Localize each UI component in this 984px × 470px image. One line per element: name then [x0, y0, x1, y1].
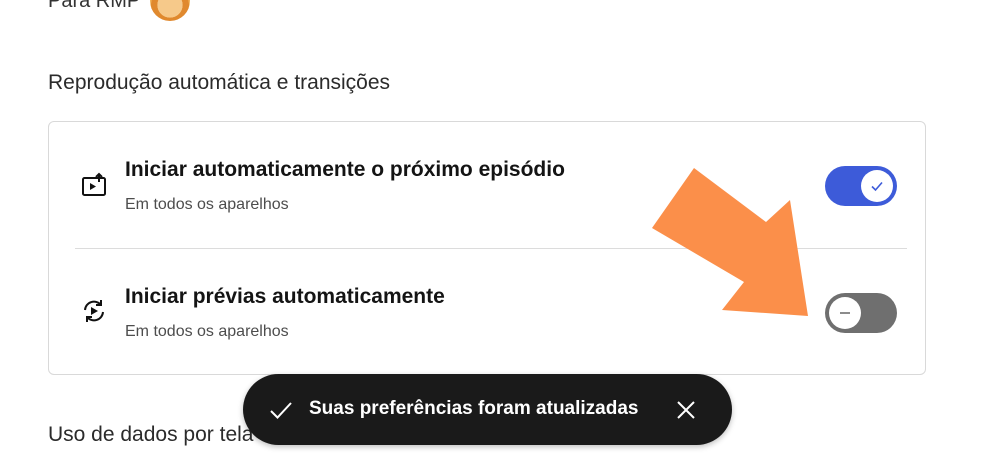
- setting-title: Iniciar prévias automaticamente: [125, 285, 445, 308]
- setting-subtitle: Em todos os aparelhos: [125, 196, 289, 213]
- profile-label: Para RMP: [48, 0, 141, 12]
- toggle-knob: [861, 170, 893, 202]
- toast-notification: Suas preferências foram atualizadas: [243, 374, 732, 445]
- close-icon[interactable]: [673, 397, 699, 423]
- section-title-autoplay: Reprodução automática e transições: [48, 71, 391, 94]
- check-icon: [270, 402, 292, 419]
- next-episode-icon: [82, 172, 106, 196]
- annotation-arrow: [652, 168, 808, 316]
- section-title-data-usage: Uso de dados por tela: [48, 423, 254, 446]
- setting-subtitle: Em todos os aparelhos: [125, 323, 289, 340]
- setting-title: Iniciar automaticamente o próximo episód…: [125, 158, 565, 181]
- toast-message: Suas preferências foram atualizadas: [309, 398, 639, 419]
- avatar[interactable]: [150, 0, 191, 21]
- autoplay-previews-icon: [84, 300, 104, 322]
- check-icon: [871, 181, 883, 192]
- profile-row: Para RMP: [48, 0, 191, 21]
